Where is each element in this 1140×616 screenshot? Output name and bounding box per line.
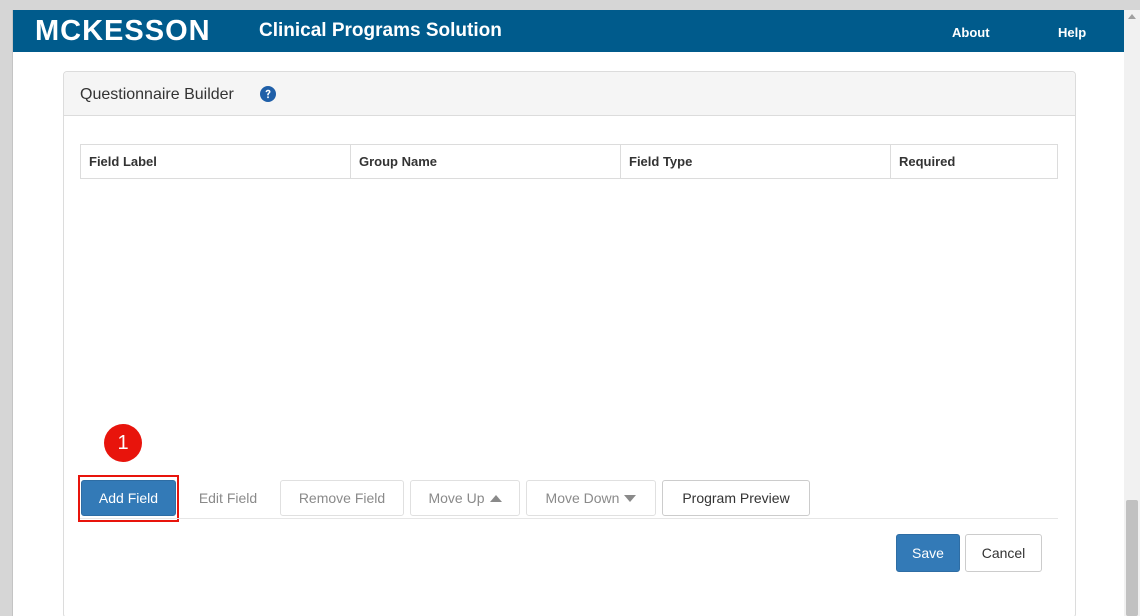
column-header-field-label[interactable]: Field Label: [80, 144, 351, 179]
caret-up-icon: [489, 494, 502, 502]
help-link[interactable]: Help: [1058, 25, 1086, 40]
panel-heading: Questionnaire Builder: [64, 72, 1075, 116]
add-field-button[interactable]: Add Field: [81, 480, 176, 516]
fields-table: Field Label Group Name Field Type Requir…: [80, 144, 1058, 179]
panel-title: Questionnaire Builder: [80, 86, 234, 103]
column-header-field-type[interactable]: Field Type: [620, 144, 891, 179]
top-header: MCKESSON Clinical Programs Solution Abou…: [13, 10, 1125, 52]
program-preview-button[interactable]: Program Preview: [662, 480, 810, 516]
edit-field-button[interactable]: Edit Field: [182, 480, 274, 516]
app-title: Clinical Programs Solution: [259, 20, 502, 41]
table-header-row: Field Label Group Name Field Type Requir…: [80, 144, 1058, 179]
move-down-label: Move Down: [545, 490, 620, 506]
cancel-button[interactable]: Cancel: [965, 534, 1042, 572]
move-up-button[interactable]: Move Up: [410, 480, 520, 516]
remove-field-button[interactable]: Remove Field: [280, 480, 404, 516]
column-header-group-name[interactable]: Group Name: [350, 144, 621, 179]
column-header-required[interactable]: Required: [890, 144, 1058, 179]
scroll-up-arrow-icon[interactable]: [1128, 14, 1136, 19]
step-number-badge: 1: [104, 424, 142, 462]
caret-down-icon: [624, 494, 637, 502]
mckesson-logo: MCKESSON: [35, 15, 211, 47]
toolbar-divider: [80, 518, 1058, 519]
about-link[interactable]: About: [952, 25, 990, 40]
vertical-scrollbar[interactable]: [1124, 10, 1140, 616]
save-button[interactable]: Save: [896, 534, 960, 572]
question-circle-icon[interactable]: [260, 86, 276, 102]
move-up-label: Move Up: [428, 490, 485, 506]
questionnaire-builder-panel: Questionnaire Builder Field Label Group …: [63, 71, 1076, 616]
app-window: MCKESSON Clinical Programs Solution Abou…: [12, 10, 1125, 616]
scrollbar-thumb[interactable]: [1126, 500, 1138, 616]
move-down-button[interactable]: Move Down: [526, 480, 656, 516]
